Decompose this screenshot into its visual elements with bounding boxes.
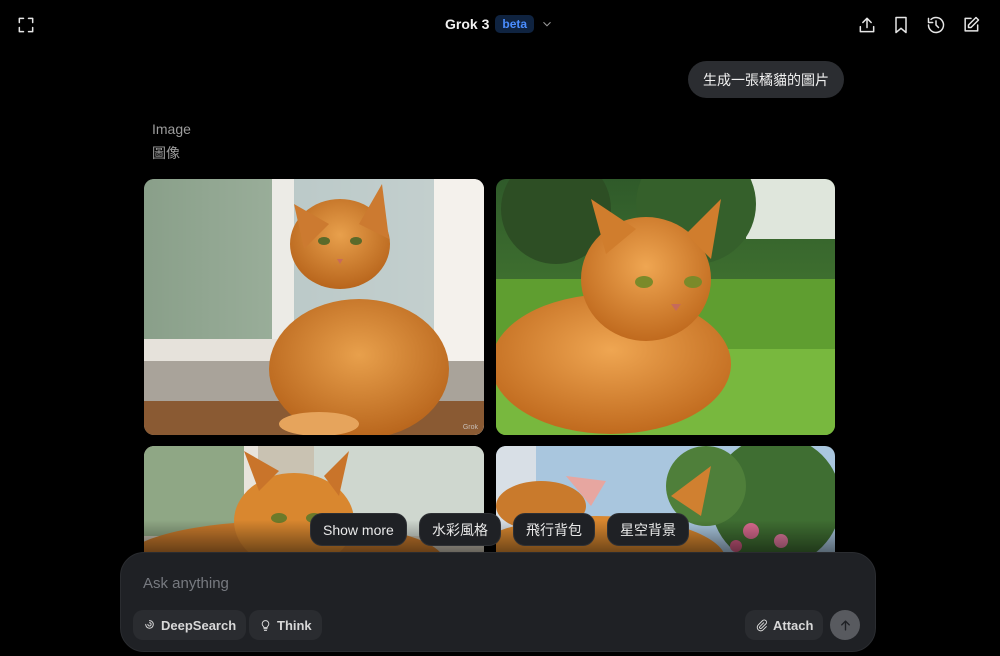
arrow-up-icon bbox=[840, 619, 850, 631]
generated-image-2[interactable] bbox=[496, 179, 835, 435]
beta-badge: beta bbox=[495, 15, 535, 33]
model-selector[interactable]: Grok 3 beta bbox=[445, 14, 554, 34]
think-button[interactable]: Think bbox=[249, 610, 322, 640]
user-message-bubble: 生成一張橘貓的圖片 bbox=[688, 61, 844, 98]
deepsearch-icon bbox=[145, 619, 154, 629]
bookmark-icon[interactable] bbox=[889, 13, 913, 37]
think-label: Think bbox=[277, 617, 312, 633]
attach-button[interactable]: Attach bbox=[745, 610, 824, 640]
expand-icon[interactable] bbox=[14, 13, 38, 37]
new-chat-icon[interactable] bbox=[959, 13, 983, 37]
response-label-en: Image bbox=[152, 121, 191, 137]
generated-image-3[interactable] bbox=[144, 446, 484, 566]
history-icon[interactable] bbox=[924, 13, 948, 37]
suggestion-show-more[interactable]: Show more bbox=[310, 513, 407, 546]
response-label-zh: 圖像 bbox=[152, 145, 180, 161]
chevron-down-icon bbox=[543, 21, 551, 27]
paperclip-icon bbox=[756, 619, 767, 631]
message-input[interactable] bbox=[141, 571, 745, 595]
composer: DeepSearch Think Attach bbox=[120, 552, 876, 652]
grok-watermark: Grok bbox=[462, 424, 478, 431]
suggestion-starry-background[interactable]: 星空背景 bbox=[607, 513, 689, 546]
model-name: Grok 3 bbox=[445, 16, 490, 32]
generated-image-1[interactable]: Grok bbox=[144, 179, 484, 435]
deepsearch-label: DeepSearch bbox=[161, 617, 237, 633]
suggestion-watercolor-style[interactable]: 水彩風格 bbox=[419, 513, 501, 546]
generated-image-4[interactable] bbox=[496, 446, 835, 566]
suggestion-jetpack[interactable]: 飛行背包 bbox=[513, 513, 595, 546]
share-icon[interactable] bbox=[855, 13, 879, 37]
deepsearch-button[interactable]: DeepSearch bbox=[133, 610, 247, 640]
lightbulb-icon bbox=[261, 619, 270, 631]
attach-label: Attach bbox=[773, 617, 814, 633]
send-button[interactable] bbox=[830, 610, 860, 640]
